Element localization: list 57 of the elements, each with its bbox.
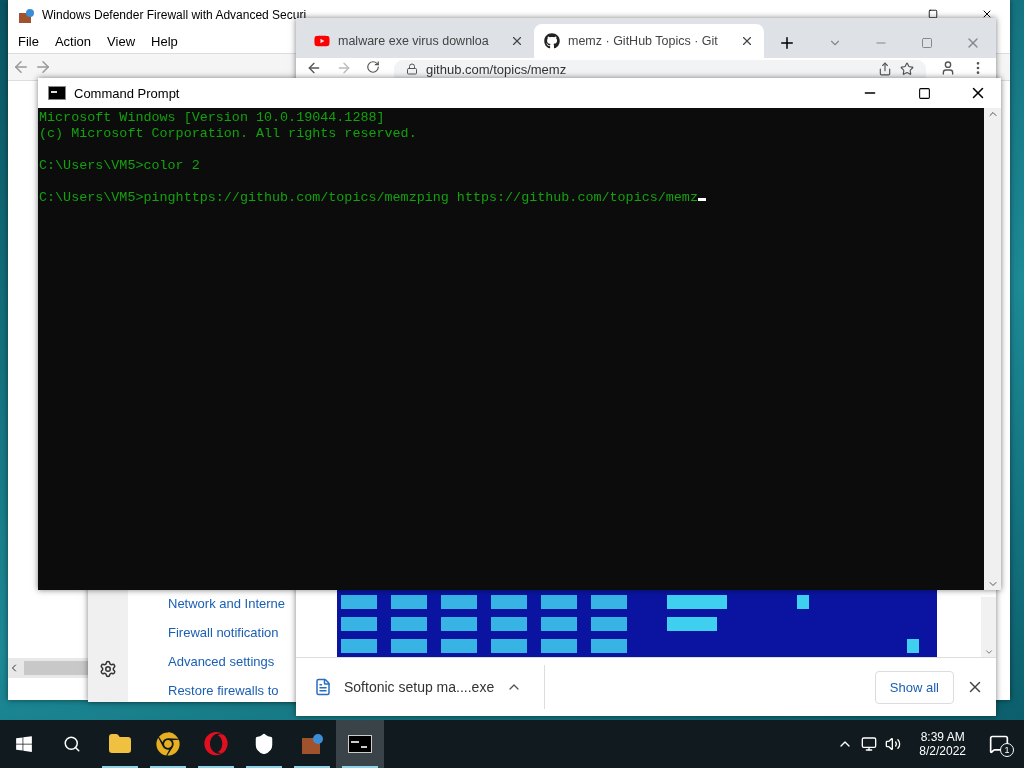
menu-item[interactable]: View bbox=[107, 34, 136, 49]
reload-icon[interactable] bbox=[366, 60, 380, 74]
close-icon[interactable] bbox=[510, 34, 524, 48]
window-title: Windows Defender Firewall with Advanced Securi bbox=[42, 8, 308, 22]
console-line: Microsoft Windows [Version 10.0.19044.1288] bbox=[39, 110, 386, 126]
back-icon[interactable] bbox=[306, 60, 322, 76]
scroll-bar[interactable] bbox=[984, 108, 1001, 590]
notification-icon[interactable] bbox=[989, 734, 1009, 754]
maximize-icon[interactable] bbox=[917, 86, 931, 100]
search-icon[interactable] bbox=[63, 735, 81, 753]
settings-link[interactable]: Network and Interne bbox=[168, 596, 286, 611]
video-logo-icon bbox=[314, 33, 330, 49]
download-item[interactable]: Softonic setup ma....exe bbox=[344, 679, 495, 695]
browser-tab[interactable]: malware exe virus downloa bbox=[304, 24, 534, 58]
brick-wall-icon bbox=[18, 8, 34, 24]
close-icon[interactable] bbox=[740, 34, 754, 48]
browser-tab[interactable]: memz · GitHub Topics · Git bbox=[534, 24, 764, 58]
menu-item[interactable]: File bbox=[18, 34, 39, 49]
scroll-bar[interactable] bbox=[981, 597, 996, 657]
terminal-icon[interactable] bbox=[348, 735, 372, 753]
address-bar[interactable]: github.com/topics/memz bbox=[394, 60, 926, 78]
menu-item[interactable]: Action bbox=[54, 34, 92, 49]
shield-icon[interactable] bbox=[253, 733, 275, 755]
scroll-bar[interactable] bbox=[8, 658, 88, 678]
folder-icon[interactable] bbox=[108, 732, 132, 756]
brick-wall-icon[interactable] bbox=[300, 732, 324, 756]
console-line: C:\Users\VM5>color 2 bbox=[39, 158, 201, 174]
clock-date[interactable]: 8/2/2022 bbox=[919, 744, 966, 758]
show-all-button[interactable]: Show all bbox=[874, 670, 954, 704]
settings-icon bbox=[99, 660, 117, 678]
forward-icon[interactable] bbox=[34, 58, 52, 76]
close-icon[interactable] bbox=[981, 8, 993, 20]
terminal-icon bbox=[48, 86, 66, 100]
file-icon bbox=[314, 678, 332, 696]
taskbar-app[interactable] bbox=[336, 720, 384, 768]
console-line: (c) Microsoft Corporation. All rights reserved. bbox=[39, 126, 418, 142]
octocat-icon bbox=[544, 33, 560, 49]
plus-icon[interactable] bbox=[778, 34, 796, 52]
window-title: Command Prompt bbox=[74, 85, 181, 101]
browser-icon[interactable] bbox=[156, 732, 180, 756]
profile-icon[interactable] bbox=[940, 60, 956, 76]
start-icon[interactable] bbox=[15, 735, 33, 753]
console-line: C:\Users\VM5>pinghttps://github.com/topics/memzping https://github.com/topics/memz bbox=[39, 190, 983, 206]
settings-link[interactable]: Restore firewalls to bbox=[168, 683, 286, 698]
volume-icon[interactable] bbox=[885, 736, 902, 752]
maximize-icon[interactable] bbox=[928, 9, 938, 19]
share-icon[interactable] bbox=[878, 62, 892, 76]
star-icon[interactable] bbox=[900, 62, 914, 76]
notification-count: 1 bbox=[1000, 743, 1014, 757]
clock-time[interactable]: 8:39 AM bbox=[920, 730, 965, 744]
settings-link[interactable]: Advanced settings bbox=[168, 654, 286, 669]
text-cursor bbox=[697, 198, 706, 201]
menu-item[interactable]: Help bbox=[151, 34, 178, 49]
o-logo-icon[interactable] bbox=[204, 732, 228, 756]
settings-link[interactable]: Firewall notification bbox=[168, 625, 286, 640]
network-icon[interactable] bbox=[861, 736, 878, 752]
lock-icon bbox=[406, 63, 418, 75]
